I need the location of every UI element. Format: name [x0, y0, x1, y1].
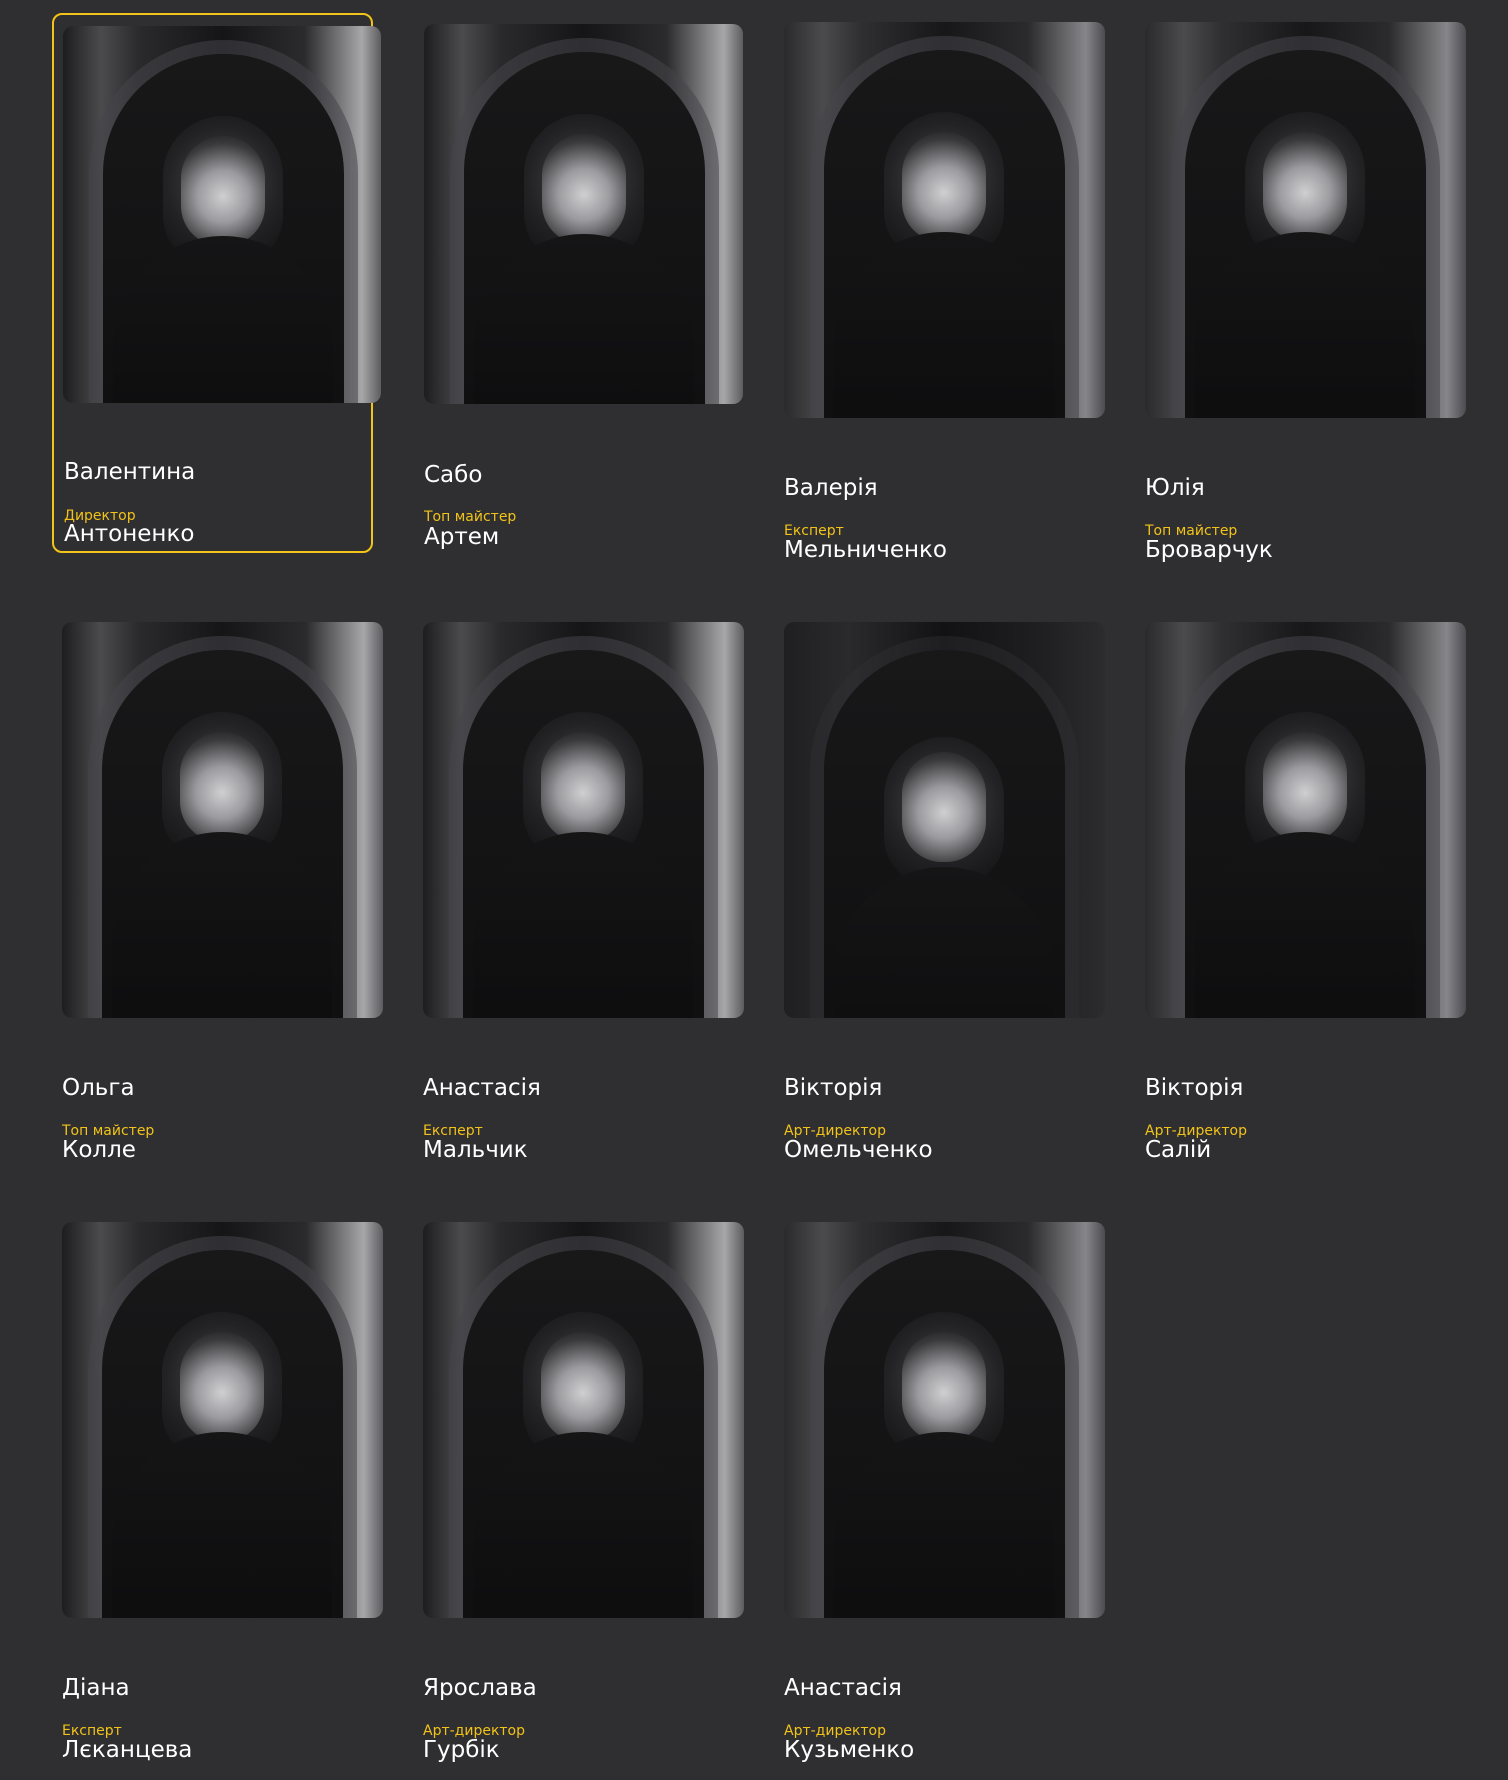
member-name: Сабо Артем [424, 429, 499, 553]
team-card[interactable]: Ярослава Гурбік Арт-директор [423, 1222, 744, 1763]
member-name: Валентина Антоненко [64, 426, 195, 550]
member-first-name: Анастасія [784, 1675, 902, 1701]
portrait-photo [1145, 622, 1466, 1018]
member-last-name: Кузьменко [784, 1737, 915, 1763]
member-role: Топ майстер [62, 1123, 155, 1139]
member-name: Діана Лєканцева [62, 1642, 192, 1766]
portrait-photo [424, 24, 743, 404]
member-role: Топ майстер [424, 509, 517, 525]
member-role: Експерт [423, 1123, 483, 1139]
member-first-name: Анастасія [423, 1075, 541, 1101]
member-name: Ольга Колле [62, 1042, 136, 1166]
portrait-photo [423, 622, 744, 1018]
member-role: Експерт [784, 523, 844, 539]
portrait-photo [423, 1222, 744, 1618]
team-card[interactable]: Ольга Колле Топ майстер [62, 622, 383, 1163]
portrait-photo [784, 622, 1105, 1018]
portrait-photo [784, 22, 1105, 418]
member-first-name: Ярослава [423, 1675, 537, 1701]
member-name: Валерія Мельниченко [784, 442, 947, 566]
team-card[interactable]: Анастасія Мальчик Експерт [423, 622, 744, 1163]
member-name: Анастасія Мальчик [423, 1042, 541, 1166]
member-first-name: Ольга [62, 1075, 135, 1101]
member-first-name: Діана [62, 1675, 130, 1701]
portrait-photo [63, 26, 381, 403]
member-last-name: Колле [62, 1137, 136, 1163]
member-first-name: Валерія [784, 475, 878, 501]
portrait-photo [1145, 22, 1466, 418]
member-last-name: Броварчук [1145, 537, 1273, 563]
member-name: Вікторія Салій [1145, 1042, 1243, 1166]
portrait-photo [784, 1222, 1105, 1618]
member-last-name: Гурбік [423, 1737, 500, 1763]
member-first-name: Юлія [1145, 475, 1205, 501]
member-first-name: Валентина [64, 459, 196, 485]
team-card[interactable]: Анастасія Кузьменко Арт-директор [784, 1222, 1105, 1763]
portrait-photo [62, 622, 383, 1018]
team-card[interactable]: Сабо Артем Топ майстер [424, 24, 745, 550]
team-card[interactable]: Валентина Антоненко Директор [52, 13, 381, 553]
portrait-photo [62, 1222, 383, 1618]
team-grid: Валентина Антоненко Директор Сабо Артем … [0, 0, 1508, 1780]
member-role: Арт-директор [784, 1723, 887, 1739]
member-name: Анастасія Кузьменко [784, 1642, 914, 1766]
team-card[interactable]: Діана Лєканцева Експерт [62, 1222, 383, 1763]
member-name: Вікторія Омельченко [784, 1042, 933, 1166]
member-last-name: Мельниченко [784, 537, 947, 563]
team-card[interactable]: Вікторія Салій Арт-директор [1145, 622, 1466, 1163]
member-name: Юлія Броварчук [1145, 442, 1273, 566]
member-role: Директор [64, 508, 136, 524]
member-first-name: Вікторія [1145, 1075, 1244, 1101]
member-role: Арт-директор [423, 1723, 526, 1739]
member-first-name: Сабо [424, 462, 483, 488]
member-role: Арт-директор [784, 1123, 887, 1139]
member-last-name: Мальчик [423, 1137, 528, 1163]
member-last-name: Омельченко [784, 1137, 933, 1163]
team-card[interactable]: Вікторія Омельченко Арт-директор [784, 622, 1105, 1163]
member-name: Ярослава Гурбік [423, 1642, 537, 1766]
member-role: Топ майстер [1145, 523, 1238, 539]
member-role: Арт-директор [1145, 1123, 1248, 1139]
team-card[interactable]: Валерія Мельниченко Експерт [784, 22, 1105, 563]
member-role: Експерт [62, 1723, 122, 1739]
member-first-name: Вікторія [784, 1075, 883, 1101]
team-card[interactable]: Юлія Броварчук Топ майстер [1145, 22, 1466, 563]
member-last-name: Антоненко [64, 521, 195, 547]
member-last-name: Артем [424, 524, 500, 550]
member-last-name: Салій [1145, 1137, 1212, 1163]
member-last-name: Лєканцева [62, 1737, 193, 1763]
